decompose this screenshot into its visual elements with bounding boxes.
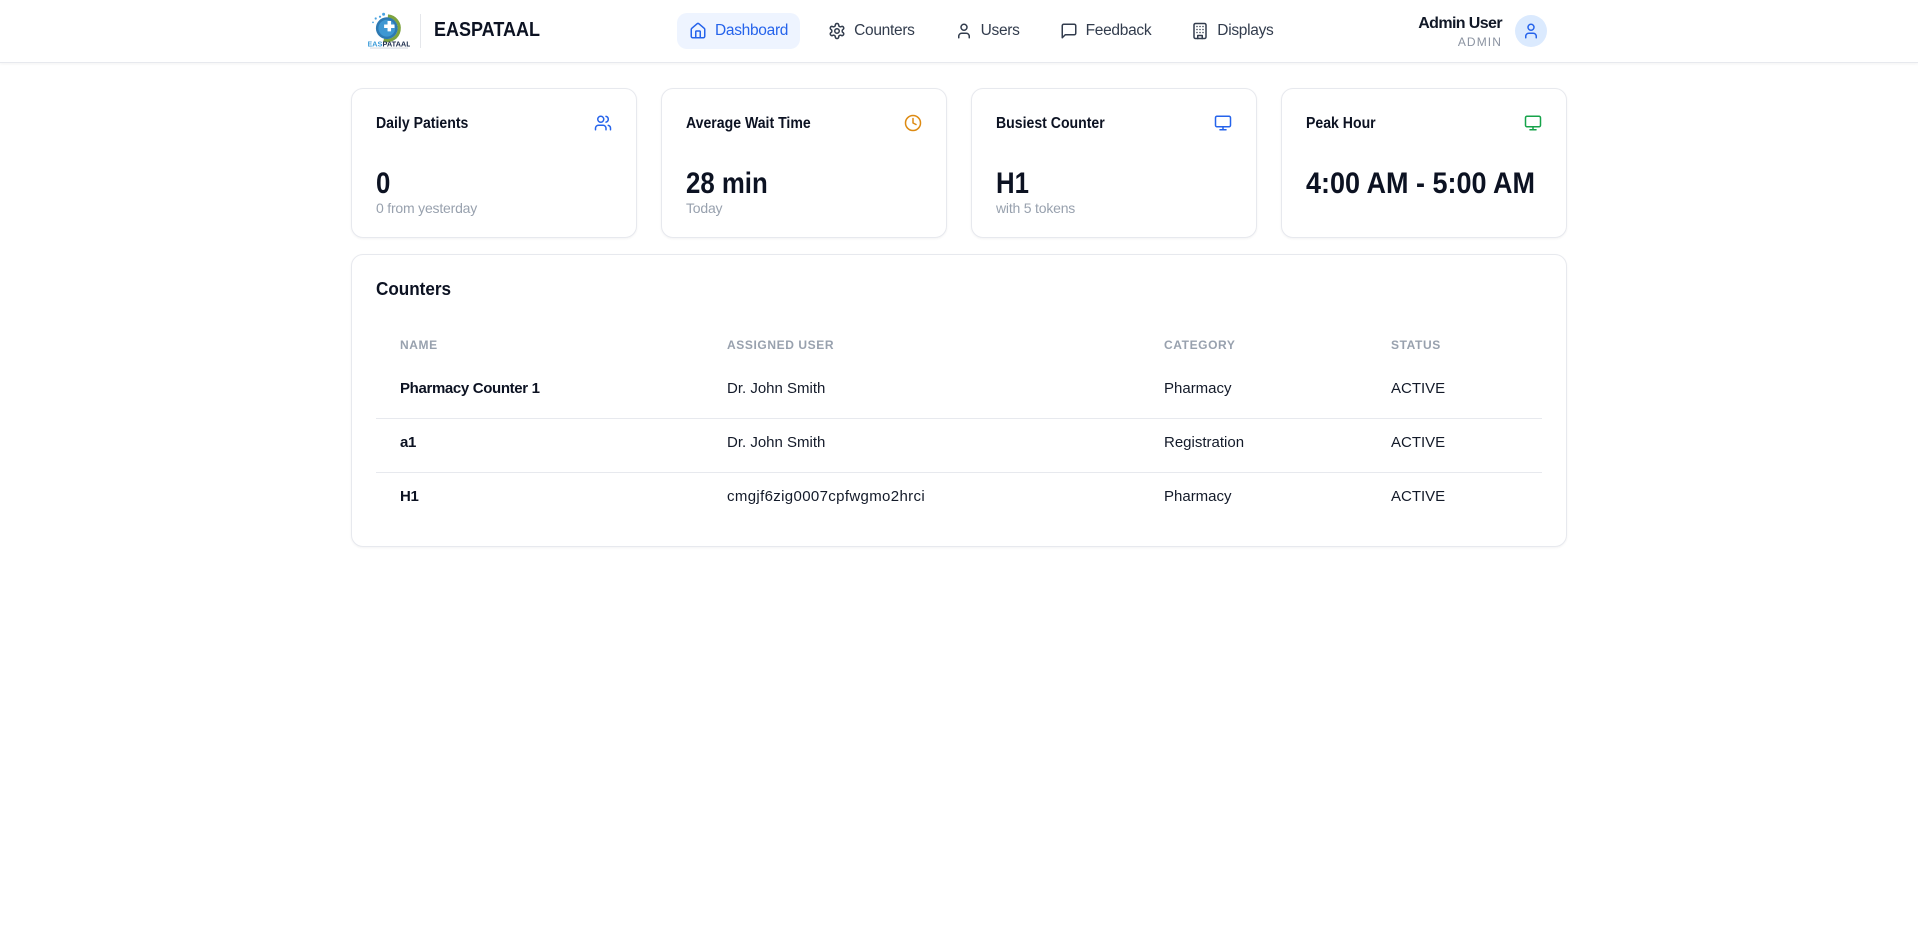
svg-text:EASPATAAL: EASPATAAL [368, 39, 410, 48]
